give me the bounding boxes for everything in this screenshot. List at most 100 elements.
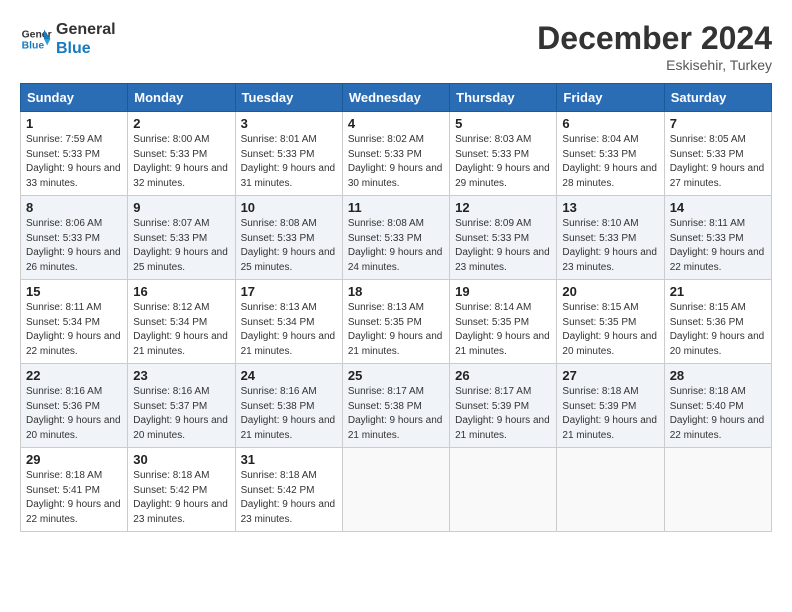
calendar-cell: 19 Sunrise: 8:14 AM Sunset: 5:35 PM Dayl… (450, 280, 557, 364)
calendar-cell (557, 448, 664, 532)
day-info: Sunrise: 8:11 AM Sunset: 5:33 PM Dayligh… (670, 217, 766, 275)
day-info: Sunrise: 8:10 AM Sunset: 5:33 PM Dayligh… (562, 217, 658, 275)
calendar-week-1: 1 Sunrise: 7:59 AM Sunset: 5:33 PM Dayli… (21, 112, 772, 196)
day-number: 23 (133, 368, 229, 383)
day-info: Sunrise: 7:59 AM Sunset: 5:33 PM Dayligh… (26, 133, 122, 191)
day-number: 9 (133, 200, 229, 215)
day-number: 22 (26, 368, 122, 383)
day-info: Sunrise: 8:18 AM Sunset: 5:42 PM Dayligh… (133, 469, 229, 527)
day-number: 24 (241, 368, 337, 383)
calendar-cell: 14 Sunrise: 8:11 AM Sunset: 5:33 PM Dayl… (664, 196, 771, 280)
calendar-week-3: 15 Sunrise: 8:11 AM Sunset: 5:34 PM Dayl… (21, 280, 772, 364)
calendar-cell: 30 Sunrise: 8:18 AM Sunset: 5:42 PM Dayl… (128, 448, 235, 532)
day-info: Sunrise: 8:13 AM Sunset: 5:34 PM Dayligh… (241, 301, 337, 359)
day-number: 16 (133, 284, 229, 299)
month-title: December 2024 (537, 20, 772, 57)
weekday-header-wednesday: Wednesday (342, 84, 449, 112)
day-number: 3 (241, 116, 337, 131)
day-info: Sunrise: 8:06 AM Sunset: 5:33 PM Dayligh… (26, 217, 122, 275)
calendar-cell: 8 Sunrise: 8:06 AM Sunset: 5:33 PM Dayli… (21, 196, 128, 280)
calendar-cell: 6 Sunrise: 8:04 AM Sunset: 5:33 PM Dayli… (557, 112, 664, 196)
day-info: Sunrise: 8:05 AM Sunset: 5:33 PM Dayligh… (670, 133, 766, 191)
day-info: Sunrise: 8:11 AM Sunset: 5:34 PM Dayligh… (26, 301, 122, 359)
calendar-cell: 24 Sunrise: 8:16 AM Sunset: 5:38 PM Dayl… (235, 364, 342, 448)
day-info: Sunrise: 8:17 AM Sunset: 5:39 PM Dayligh… (455, 385, 551, 443)
day-number: 17 (241, 284, 337, 299)
svg-text:Blue: Blue (22, 41, 45, 52)
day-info: Sunrise: 8:18 AM Sunset: 5:42 PM Dayligh… (241, 469, 337, 527)
day-number: 21 (670, 284, 766, 299)
day-number: 8 (26, 200, 122, 215)
day-number: 14 (670, 200, 766, 215)
day-number: 4 (348, 116, 444, 131)
calendar-cell: 2 Sunrise: 8:00 AM Sunset: 5:33 PM Dayli… (128, 112, 235, 196)
day-info: Sunrise: 8:04 AM Sunset: 5:33 PM Dayligh… (562, 133, 658, 191)
day-info: Sunrise: 8:08 AM Sunset: 5:33 PM Dayligh… (348, 217, 444, 275)
calendar-cell (664, 448, 771, 532)
weekday-header-thursday: Thursday (450, 84, 557, 112)
weekday-row: SundayMondayTuesdayWednesdayThursdayFrid… (21, 84, 772, 112)
calendar-cell (450, 448, 557, 532)
day-info: Sunrise: 8:18 AM Sunset: 5:39 PM Dayligh… (562, 385, 658, 443)
day-info: Sunrise: 8:16 AM Sunset: 5:37 PM Dayligh… (133, 385, 229, 443)
logo-general: General (56, 20, 116, 39)
day-number: 12 (455, 200, 551, 215)
day-info: Sunrise: 8:16 AM Sunset: 5:38 PM Dayligh… (241, 385, 337, 443)
calendar-cell: 31 Sunrise: 8:18 AM Sunset: 5:42 PM Dayl… (235, 448, 342, 532)
calendar-cell: 16 Sunrise: 8:12 AM Sunset: 5:34 PM Dayl… (128, 280, 235, 364)
calendar-cell: 10 Sunrise: 8:08 AM Sunset: 5:33 PM Dayl… (235, 196, 342, 280)
calendar-cell: 11 Sunrise: 8:08 AM Sunset: 5:33 PM Dayl… (342, 196, 449, 280)
calendar-cell (342, 448, 449, 532)
weekday-header-monday: Monday (128, 84, 235, 112)
day-info: Sunrise: 8:09 AM Sunset: 5:33 PM Dayligh… (455, 217, 551, 275)
logo-icon: General Blue (20, 23, 52, 55)
day-number: 29 (26, 452, 122, 467)
day-number: 15 (26, 284, 122, 299)
calendar-cell: 13 Sunrise: 8:10 AM Sunset: 5:33 PM Dayl… (557, 196, 664, 280)
calendar-cell: 21 Sunrise: 8:15 AM Sunset: 5:36 PM Dayl… (664, 280, 771, 364)
calendar-cell: 18 Sunrise: 8:13 AM Sunset: 5:35 PM Dayl… (342, 280, 449, 364)
day-info: Sunrise: 8:13 AM Sunset: 5:35 PM Dayligh… (348, 301, 444, 359)
day-number: 11 (348, 200, 444, 215)
calendar-header: SundayMondayTuesdayWednesdayThursdayFrid… (21, 84, 772, 112)
calendar-cell: 9 Sunrise: 8:07 AM Sunset: 5:33 PM Dayli… (128, 196, 235, 280)
day-number: 19 (455, 284, 551, 299)
day-number: 1 (26, 116, 122, 131)
day-info: Sunrise: 8:15 AM Sunset: 5:36 PM Dayligh… (670, 301, 766, 359)
calendar-body: 1 Sunrise: 7:59 AM Sunset: 5:33 PM Dayli… (21, 112, 772, 532)
calendar-cell: 22 Sunrise: 8:16 AM Sunset: 5:36 PM Dayl… (21, 364, 128, 448)
calendar-cell: 4 Sunrise: 8:02 AM Sunset: 5:33 PM Dayli… (342, 112, 449, 196)
weekday-header-friday: Friday (557, 84, 664, 112)
day-number: 6 (562, 116, 658, 131)
calendar-cell: 7 Sunrise: 8:05 AM Sunset: 5:33 PM Dayli… (664, 112, 771, 196)
day-number: 10 (241, 200, 337, 215)
day-number: 20 (562, 284, 658, 299)
calendar-cell: 29 Sunrise: 8:18 AM Sunset: 5:41 PM Dayl… (21, 448, 128, 532)
day-info: Sunrise: 8:02 AM Sunset: 5:33 PM Dayligh… (348, 133, 444, 191)
day-info: Sunrise: 8:15 AM Sunset: 5:35 PM Dayligh… (562, 301, 658, 359)
page-header: General Blue General Blue December 2024 … (20, 20, 772, 73)
day-number: 5 (455, 116, 551, 131)
day-info: Sunrise: 8:12 AM Sunset: 5:34 PM Dayligh… (133, 301, 229, 359)
calendar-week-4: 22 Sunrise: 8:16 AM Sunset: 5:36 PM Dayl… (21, 364, 772, 448)
day-number: 27 (562, 368, 658, 383)
logo-blue: Blue (56, 39, 116, 58)
calendar-cell: 28 Sunrise: 8:18 AM Sunset: 5:40 PM Dayl… (664, 364, 771, 448)
day-info: Sunrise: 8:18 AM Sunset: 5:40 PM Dayligh… (670, 385, 766, 443)
day-info: Sunrise: 8:00 AM Sunset: 5:33 PM Dayligh… (133, 133, 229, 191)
weekday-header-saturday: Saturday (664, 84, 771, 112)
day-number: 31 (241, 452, 337, 467)
day-info: Sunrise: 8:17 AM Sunset: 5:38 PM Dayligh… (348, 385, 444, 443)
calendar-cell: 20 Sunrise: 8:15 AM Sunset: 5:35 PM Dayl… (557, 280, 664, 364)
calendar-cell: 26 Sunrise: 8:17 AM Sunset: 5:39 PM Dayl… (450, 364, 557, 448)
calendar-cell: 1 Sunrise: 7:59 AM Sunset: 5:33 PM Dayli… (21, 112, 128, 196)
title-block: December 2024 Eskisehir, Turkey (537, 20, 772, 73)
day-number: 25 (348, 368, 444, 383)
day-number: 2 (133, 116, 229, 131)
day-info: Sunrise: 8:07 AM Sunset: 5:33 PM Dayligh… (133, 217, 229, 275)
calendar-cell: 15 Sunrise: 8:11 AM Sunset: 5:34 PM Dayl… (21, 280, 128, 364)
day-info: Sunrise: 8:14 AM Sunset: 5:35 PM Dayligh… (455, 301, 551, 359)
day-number: 13 (562, 200, 658, 215)
calendar-cell: 17 Sunrise: 8:13 AM Sunset: 5:34 PM Dayl… (235, 280, 342, 364)
day-number: 18 (348, 284, 444, 299)
